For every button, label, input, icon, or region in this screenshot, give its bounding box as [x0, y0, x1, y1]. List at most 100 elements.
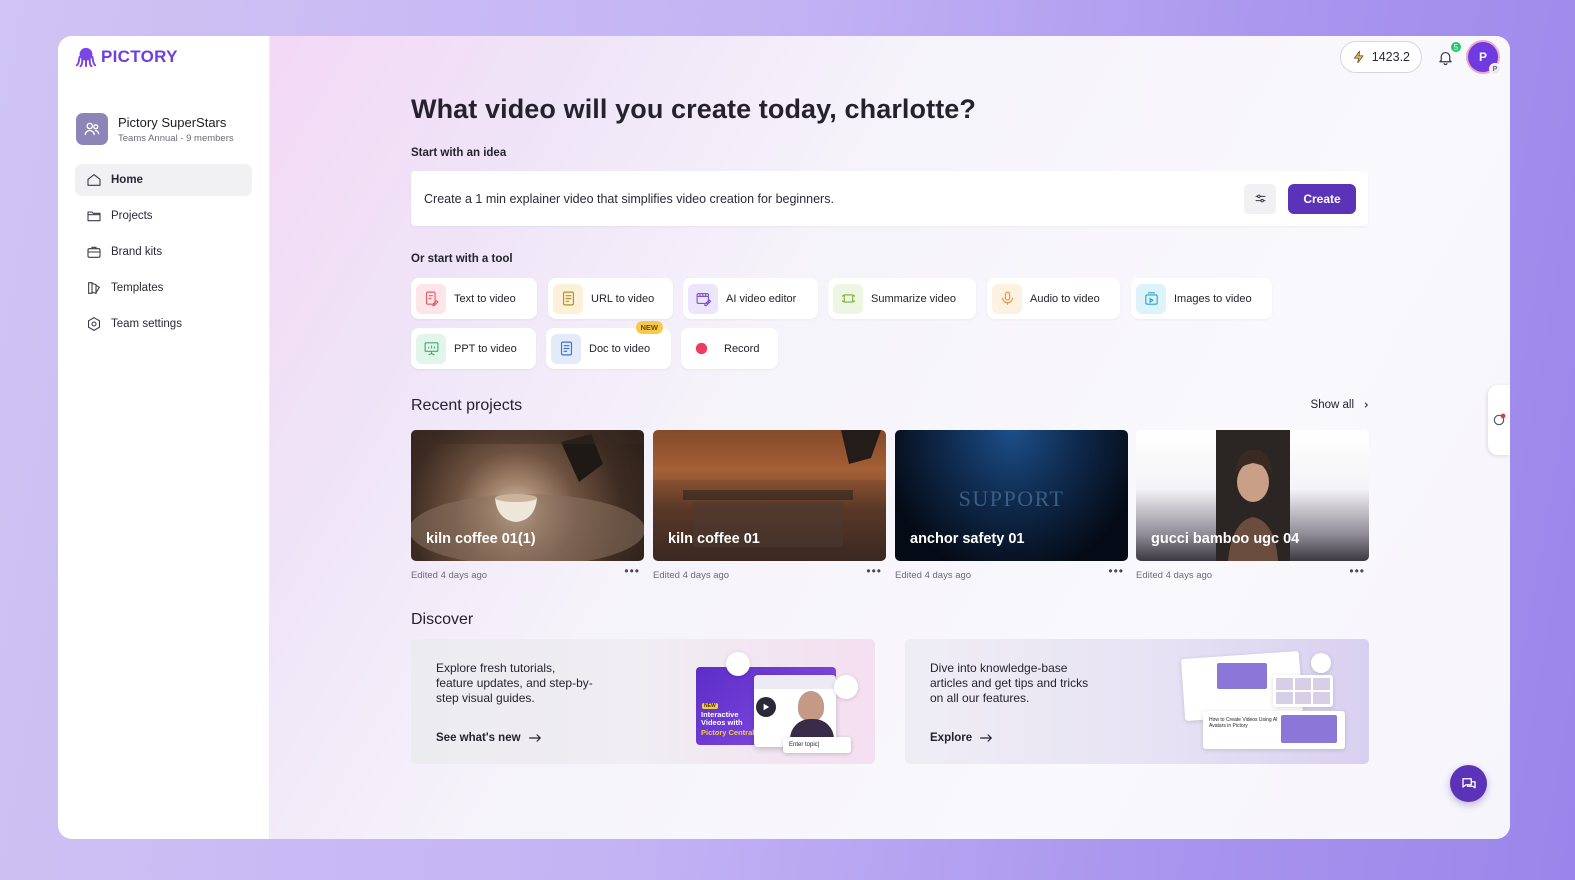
arrow-right-icon: [980, 734, 993, 742]
knowledge-base-artwork: How to Create Videos Using AI Avatars in…: [1180, 650, 1351, 753]
tool-text-to-video[interactable]: Text to video: [411, 278, 537, 319]
microphone-icon: [992, 283, 1022, 314]
brand-name: PICTORY: [101, 47, 178, 66]
explore-link[interactable]: Explore: [930, 732, 993, 744]
artwork-title: Interactive Videos with: [701, 710, 743, 727]
see-whats-new-link[interactable]: See what's new: [436, 732, 542, 744]
tool-doc-to-video[interactable]: Doc to video NEW: [546, 321, 671, 369]
play-icon: [756, 697, 776, 717]
sidebar-item-brand-kits[interactable]: Brand kits: [75, 236, 252, 268]
project-card[interactable]: gucci bamboo ugc 04 Edited 4 days ago ••…: [1136, 430, 1369, 581]
idea-input[interactable]: Create a 1 min explainer video that simp…: [424, 192, 1244, 206]
artwork-topic-input: Enter topic|: [783, 737, 851, 753]
project-title: kiln coffee 01(1): [426, 531, 536, 547]
prompt-settings-button[interactable]: [1244, 183, 1276, 214]
project-card[interactable]: kiln coffee 01(1) Edited 4 days ago •••: [411, 430, 644, 581]
project-title: anchor safety 01: [910, 531, 1025, 547]
team-users-icon: [76, 113, 108, 145]
artwork-new-badge: NEW: [702, 703, 718, 709]
tool-ai-video-editor[interactable]: AI video editor: [683, 278, 818, 319]
show-all-link[interactable]: Show all: [1311, 399, 1370, 411]
promo-text: Explore fresh tutorials, feature updates…: [436, 661, 593, 705]
main-content: 1423.2 5 P P What video will you create …: [270, 36, 1510, 839]
folder-icon: [87, 211, 101, 222]
more-options-icon[interactable]: •••: [624, 564, 640, 581]
project-card[interactable]: SUPPORT anchor safety 01 Edited 4 days a…: [895, 430, 1128, 581]
sidebar-item-projects[interactable]: Projects: [75, 200, 252, 232]
create-button[interactable]: Create: [1288, 183, 1356, 214]
tool-label: Images to video: [1174, 292, 1252, 305]
tool-label: Record: [724, 342, 760, 355]
sidebar-item-templates[interactable]: Templates: [75, 272, 252, 304]
sidebar-item-home[interactable]: Home: [75, 164, 252, 196]
tools-section-label: Or start with a tool: [411, 253, 513, 265]
idea-section-label: Start with an idea: [411, 147, 507, 159]
promo-text: Dive into knowledge-base articles and ge…: [930, 661, 1089, 705]
user-avatar[interactable]: P P: [1468, 42, 1501, 75]
brand-logo[interactable]: PICTORY: [75, 46, 178, 68]
tool-images-to-video[interactable]: Images to video: [1131, 278, 1272, 319]
project-title: kiln coffee 01: [668, 531, 760, 547]
summarize-icon: [833, 283, 863, 314]
project-edited-time: Edited 4 days ago: [895, 570, 972, 581]
lightning-icon: [1353, 50, 1364, 64]
home-icon: [87, 174, 101, 186]
team-switcher[interactable]: Pictory SuperStars Teams Annual - 9 memb…: [76, 113, 234, 145]
project-thumbnail[interactable]: SUPPORT anchor safety 01: [895, 430, 1128, 561]
sidebar-item-team-settings[interactable]: Team settings: [75, 308, 252, 340]
gear-icon: [88, 317, 100, 331]
chat-bubble-icon: [726, 652, 750, 676]
artwork-caption: How to Create Videos Using AI Avatars in…: [1209, 717, 1278, 729]
sidebar-nav: Home Projects Brand kits Templates Team …: [75, 164, 252, 344]
promo-link-label: See what's new: [436, 732, 521, 744]
credits-value: 1423.2: [1371, 50, 1410, 64]
project-edited-time: Edited 4 days ago: [653, 570, 730, 581]
chevron-right-icon: [1364, 402, 1369, 408]
recent-projects-title: Recent projects: [411, 397, 523, 414]
sidebar-item-label: Projects: [111, 210, 153, 222]
record-icon: [686, 334, 716, 364]
tool-label: AI video editor: [726, 292, 797, 305]
tool-ppt-to-video[interactable]: PPT to video: [411, 328, 536, 369]
discover-title: Discover: [411, 611, 474, 628]
discover-card-whats-new[interactable]: Explore fresh tutorials, feature updates…: [411, 639, 875, 764]
avatar-sub-badge: P: [1489, 63, 1501, 75]
sidebar-item-label: Team settings: [111, 318, 182, 330]
sparkle-icon: [1311, 653, 1331, 673]
show-all-label: Show all: [1310, 399, 1354, 411]
support-thumb-text: SUPPORT: [958, 486, 1065, 511]
sidebar: PICTORY Pictory SuperStars Teams Annual …: [58, 36, 270, 839]
discover-card-knowledge-base[interactable]: Dive into knowledge-base articles and ge…: [905, 639, 1369, 764]
tool-label: Audio to video: [1030, 292, 1100, 305]
more-options-icon[interactable]: •••: [1108, 564, 1124, 581]
more-options-icon[interactable]: •••: [866, 564, 882, 581]
notifications-button[interactable]: 5: [1434, 41, 1462, 68]
tool-audio-to-video[interactable]: Audio to video: [987, 278, 1120, 319]
sidebar-item-label: Brand kits: [111, 246, 163, 258]
briefcase-icon: [87, 246, 101, 258]
project-edited-time: Edited 4 days ago: [1136, 570, 1213, 581]
side-feedback-tab[interactable]: [1488, 385, 1510, 455]
document-icon: [551, 333, 581, 364]
tool-label: URL to video: [591, 292, 655, 305]
video-edit-icon: [688, 283, 718, 314]
project-thumbnail[interactable]: gucci bamboo ugc 04: [1136, 430, 1369, 561]
project-thumbnail[interactable]: kiln coffee 01(1): [411, 430, 644, 561]
tool-summarize-video[interactable]: Summarize video: [828, 278, 976, 319]
project-edited-time: Edited 4 days ago: [411, 570, 488, 581]
team-name: Pictory SuperStars: [118, 114, 227, 130]
tool-label: Text to video: [454, 292, 516, 305]
arrow-right-icon: [528, 734, 541, 742]
app-window: PICTORY Pictory SuperStars Teams Annual …: [58, 36, 1510, 839]
template-icon: [88, 282, 101, 295]
octopus-logo-icon: [75, 47, 97, 68]
project-card[interactable]: kiln coffee 01 Edited 4 days ago •••: [653, 430, 886, 581]
more-options-icon[interactable]: •••: [1349, 564, 1365, 581]
tool-record[interactable]: Record: [681, 328, 778, 369]
new-badge: NEW: [635, 321, 663, 334]
credits-button[interactable]: 1423.2: [1339, 41, 1422, 73]
tool-url-to-video[interactable]: URL to video: [548, 278, 673, 319]
gallery-icon: [834, 675, 858, 699]
chat-support-button[interactable]: [1450, 765, 1487, 802]
project-thumbnail[interactable]: kiln coffee 01: [653, 430, 886, 561]
